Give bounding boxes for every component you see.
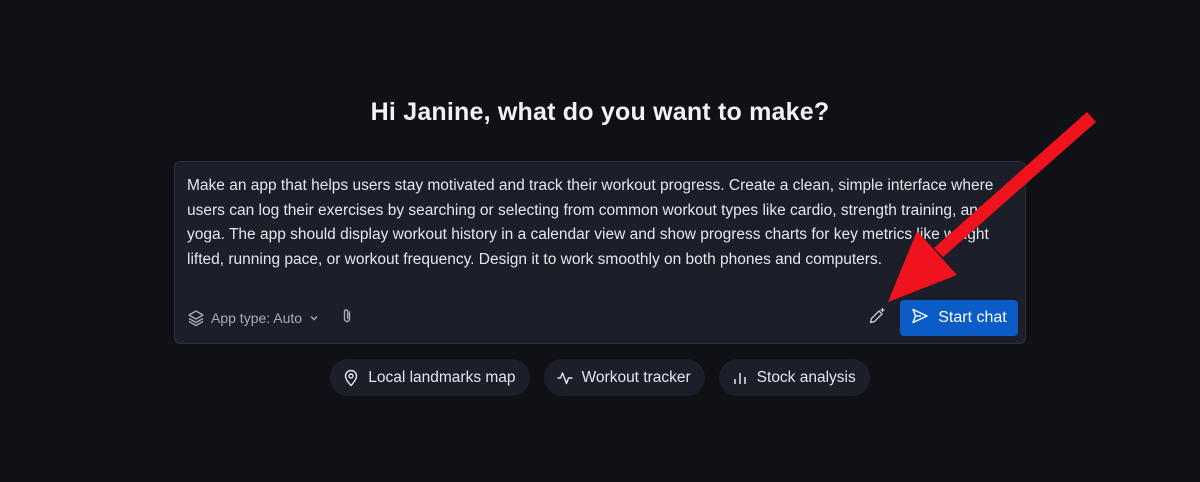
suggestion-local-landmarks-map[interactable]: Local landmarks map [330,359,530,396]
pen-sparkle-icon [867,306,887,331]
prompt-input[interactable]: Make an app that helps users stay motiva… [187,174,997,272]
paperclip-icon [338,307,356,330]
app-type-selector[interactable]: App type: Auto [187,309,320,327]
improve-prompt-button[interactable] [862,303,892,333]
page: Hi Janine, what do you want to make? Mak… [0,0,1200,482]
attach-button[interactable] [338,307,356,330]
prompt-toolbar: App type: Auto Start chat [187,300,1018,336]
bar-chart-icon [731,369,749,387]
send-icon [911,307,929,330]
suggestion-chips: Local landmarks map Workout tracker Stoc… [0,359,1200,396]
page-title: Hi Janine, what do you want to make? [370,98,830,126]
suggestion-stock-analysis[interactable]: Stock analysis [718,359,870,396]
prompt-card: Make an app that helps users stay motiva… [174,161,1026,344]
start-chat-label: Start chat [938,309,1007,326]
map-pin-icon [342,369,360,387]
suggestion-workout-tracker[interactable]: Workout tracker [543,359,705,396]
start-chat-button[interactable]: Start chat [900,300,1018,336]
layers-icon [187,309,205,327]
suggestion-label: Stock analysis [756,368,856,386]
app-type-label: App type: Auto [211,310,303,326]
chevron-down-icon [308,312,320,324]
suggestion-label: Local landmarks map [368,368,516,386]
suggestion-label: Workout tracker [581,368,691,386]
activity-icon [556,369,574,387]
